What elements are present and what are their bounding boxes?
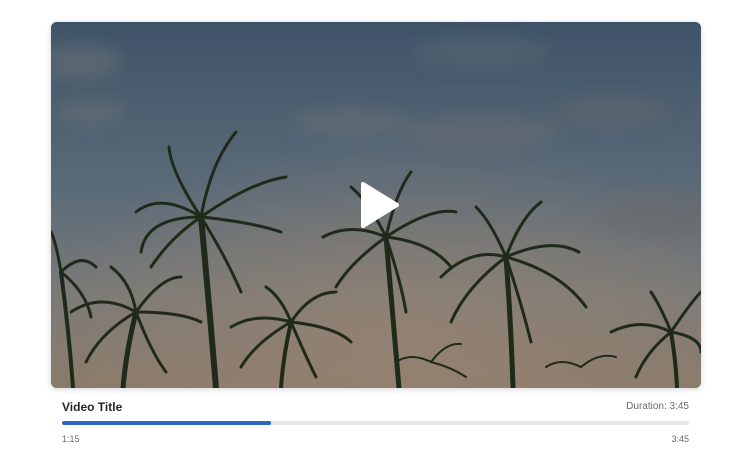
total-time: 3:45 [671,434,689,444]
video-duration: Duration: 3:45 [626,401,689,412]
play-button[interactable] [355,182,401,228]
progress-bar[interactable] [62,421,689,425]
video-title: Video Title [62,400,123,414]
video-frame[interactable] [51,22,701,388]
video-info: Video Title Duration: 3:45 1:15 3:45 [51,388,701,448]
progress-bar-fill [62,421,271,425]
video-player: Video Title Duration: 3:45 1:15 3:45 [51,22,701,448]
current-time: 1:15 [62,434,80,444]
play-icon [361,182,399,228]
